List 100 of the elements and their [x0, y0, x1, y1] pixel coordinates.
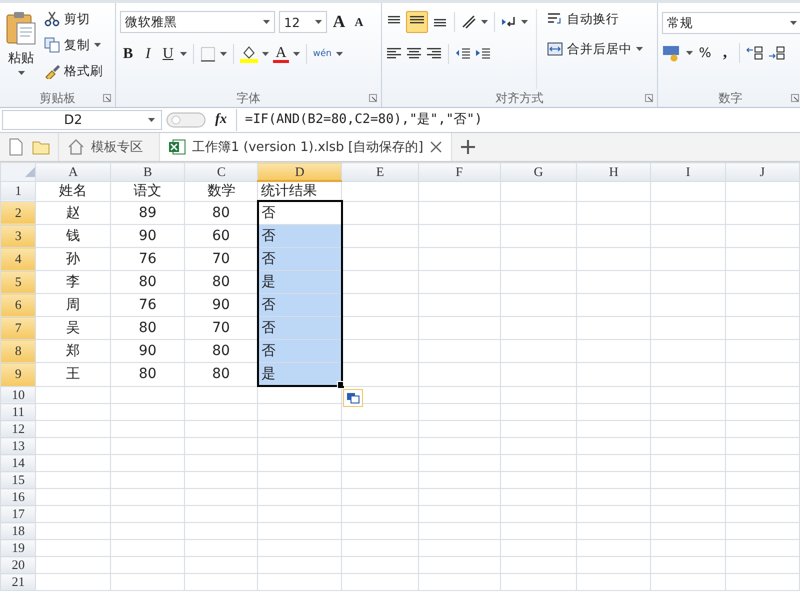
- cut-button[interactable]: 剪切: [44, 9, 103, 29]
- dialog-launcher-icon[interactable]: [791, 94, 799, 102]
- row-header[interactable]: 8: [0, 340, 36, 362]
- table-cell: 89: [138, 204, 157, 221]
- percent-button[interactable]: %: [697, 46, 713, 60]
- underline-button[interactable]: U: [160, 46, 176, 62]
- row-header[interactable]: 7: [0, 316, 36, 340]
- row-header[interactable]: 16: [0, 488, 36, 506]
- column-header[interactable]: C: [184, 162, 258, 181]
- caret-icon: [790, 21, 797, 25]
- row-header[interactable]: 10: [0, 386, 36, 404]
- dialog-launcher-icon[interactable]: [645, 94, 653, 102]
- bold-button[interactable]: B: [120, 46, 136, 62]
- row-header[interactable]: 14: [0, 454, 36, 472]
- group-label: 对齐方式: [496, 90, 544, 106]
- house-icon: [67, 138, 85, 156]
- table-cell: 赵: [66, 204, 80, 221]
- italic-button[interactable]: I: [140, 46, 156, 62]
- font-color-button[interactable]: A: [273, 46, 289, 62]
- caret-icon: [315, 20, 322, 24]
- insert-function-button[interactable]: fx: [210, 112, 232, 128]
- row-header[interactable]: 21: [0, 574, 36, 590]
- row-header[interactable]: 4: [0, 248, 36, 270]
- caret-icon: [94, 43, 101, 47]
- currency-icon[interactable]: [662, 44, 682, 62]
- font-name-dropdown[interactable]: 微软雅黑: [120, 11, 275, 33]
- row-header[interactable]: 2: [0, 201, 36, 224]
- column-header[interactable]: E: [342, 162, 418, 181]
- table-cell: 90: [212, 297, 230, 313]
- row-header[interactable]: 13: [0, 438, 36, 454]
- row-header[interactable]: 15: [0, 472, 36, 488]
- copy-icon: [44, 37, 60, 53]
- row-header[interactable]: 9: [0, 362, 36, 386]
- comma-button[interactable]: ,: [717, 44, 733, 62]
- row-header[interactable]: 3: [0, 224, 36, 248]
- table-cell: 郑: [66, 343, 80, 359]
- name-box[interactable]: D2: [2, 110, 162, 130]
- column-header[interactable]: A: [36, 162, 110, 181]
- number-format-dropdown[interactable]: 常规: [662, 12, 800, 34]
- row-header[interactable]: 5: [0, 270, 36, 294]
- table-cell: 否: [262, 343, 276, 359]
- fill-color-icon[interactable]: [240, 45, 258, 63]
- document-tab[interactable]: 工作簿1 (version 1).xlsb [自动保存的]: [159, 133, 452, 161]
- new-file-icon[interactable]: [8, 138, 24, 156]
- format-painter-button[interactable]: 格式刷: [44, 61, 103, 81]
- document-tab[interactable]: 模板专区: [58, 133, 151, 161]
- paste-options-button[interactable]: [342, 389, 363, 407]
- row-header[interactable]: 20: [0, 556, 36, 574]
- table-cell: 是: [262, 366, 276, 382]
- table-cell: 80: [138, 320, 157, 336]
- table-cell: 70: [212, 251, 230, 267]
- table-cell: 李: [66, 274, 80, 290]
- increase-font-size-button[interactable]: A: [331, 12, 347, 32]
- caret-icon: [148, 118, 155, 122]
- caret-icon: [293, 52, 300, 56]
- column-header[interactable]: B: [110, 162, 185, 181]
- table-cell: 吴: [66, 320, 80, 336]
- font-size-dropdown[interactable]: 12: [279, 11, 327, 33]
- group-label: 数字: [718, 90, 742, 106]
- table-cell: 76: [138, 297, 157, 313]
- dialog-launcher-icon[interactable]: [103, 94, 111, 102]
- phonetic-button[interactable]: wén: [313, 49, 332, 59]
- caret-icon: [481, 20, 488, 24]
- close-icon[interactable]: [429, 140, 444, 154]
- copy-button[interactable]: 复制: [44, 35, 103, 55]
- merge-icon: [547, 41, 563, 57]
- row-header[interactable]: 11: [0, 404, 36, 420]
- row-header[interactable]: 18: [0, 522, 36, 540]
- formula-field[interactable]: =IF(AND(B2=80,C2=80),"是","否"): [236, 109, 800, 131]
- table-cell: 孙: [66, 251, 80, 267]
- table-cell: 是: [262, 274, 276, 290]
- plus-icon[interactable]: [460, 139, 476, 155]
- table-cell: 否: [262, 228, 276, 244]
- table-cell: 90: [138, 343, 157, 359]
- border-icon[interactable]: [200, 46, 216, 62]
- column-header[interactable]: D: [258, 162, 342, 181]
- row-header[interactable]: 1: [0, 181, 36, 201]
- row-header[interactable]: 12: [0, 420, 36, 438]
- orientation-icon[interactable]: [461, 14, 477, 30]
- merge-center-button[interactable]: 合并后居中: [547, 39, 643, 59]
- caret-icon: [636, 47, 643, 51]
- paste-button[interactable]: 粘贴: [4, 9, 38, 89]
- column-header[interactable]: G: [500, 162, 577, 181]
- fill-handle[interactable]: [336, 381, 345, 389]
- increase-decimal-icon[interactable]: [746, 45, 764, 61]
- splitter-handle-icon[interactable]: [166, 111, 206, 129]
- table-cell: 70: [212, 320, 230, 336]
- table-cell: 80: [212, 204, 230, 221]
- dialog-launcher-icon[interactable]: [369, 94, 377, 102]
- wrap-text-button[interactable]: 自动换行: [547, 9, 643, 29]
- row-header[interactable]: 17: [0, 506, 36, 522]
- decrease-decimal-icon[interactable]: [768, 45, 786, 61]
- column-header[interactable]: I: [650, 162, 726, 181]
- column-header[interactable]: J: [725, 162, 800, 181]
- caret-icon: [336, 52, 343, 56]
- column-header[interactable]: H: [576, 162, 651, 181]
- row-header[interactable]: 6: [0, 294, 36, 316]
- row-header[interactable]: 19: [0, 540, 36, 556]
- column-header[interactable]: F: [418, 162, 500, 181]
- decrease-font-size-button[interactable]: A: [351, 14, 367, 30]
